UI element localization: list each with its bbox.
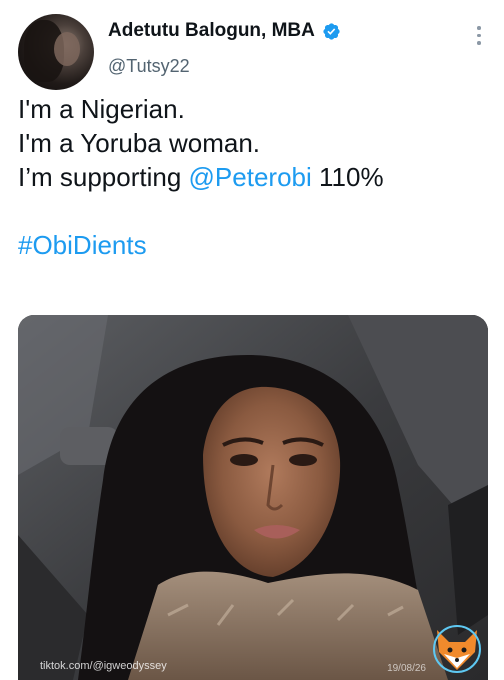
tweet-line-1: I'm a Nigerian. (18, 94, 185, 124)
author-display-name[interactable]: Adetutu Balogun, MBA (108, 20, 315, 42)
hashtag-link[interactable]: #ObiDients (18, 230, 147, 260)
tweet-media-photo[interactable]: tiktok.com/@igweodyssey 19/08/26 (18, 315, 488, 680)
date-stamp: 19/08/26 (387, 663, 426, 674)
tweet-line-3: I’m supporting @Peterobi 110% (18, 160, 488, 194)
selfie-photo (18, 315, 488, 680)
tweet-line-3-suffix: 110% (311, 162, 384, 192)
author-name-row: Adetutu Balogun, MBA (108, 20, 341, 42)
tweet-text: I'm a Nigerian. I'm a Yoruba woman. I’m … (18, 92, 488, 262)
watermark-text: tiktok.com/@igweodyssey (40, 660, 167, 672)
verified-badge-icon (322, 22, 341, 41)
mention-link[interactable]: @Peterobi (189, 162, 312, 192)
avatar[interactable] (18, 14, 94, 90)
fox-logo-icon (432, 624, 482, 674)
tweet-header: Adetutu Balogun, MBA @Tutsy22 (0, 0, 504, 92)
author-handle[interactable]: @Tutsy22 (108, 56, 190, 77)
more-options-icon[interactable] (476, 26, 482, 45)
avatar-face (54, 32, 80, 66)
tweet-line-2: I'm a Yoruba woman. (18, 128, 260, 158)
tweet-line-3-prefix: I’m supporting (18, 162, 189, 192)
tweet-hashtag-line: #ObiDients (18, 228, 488, 262)
